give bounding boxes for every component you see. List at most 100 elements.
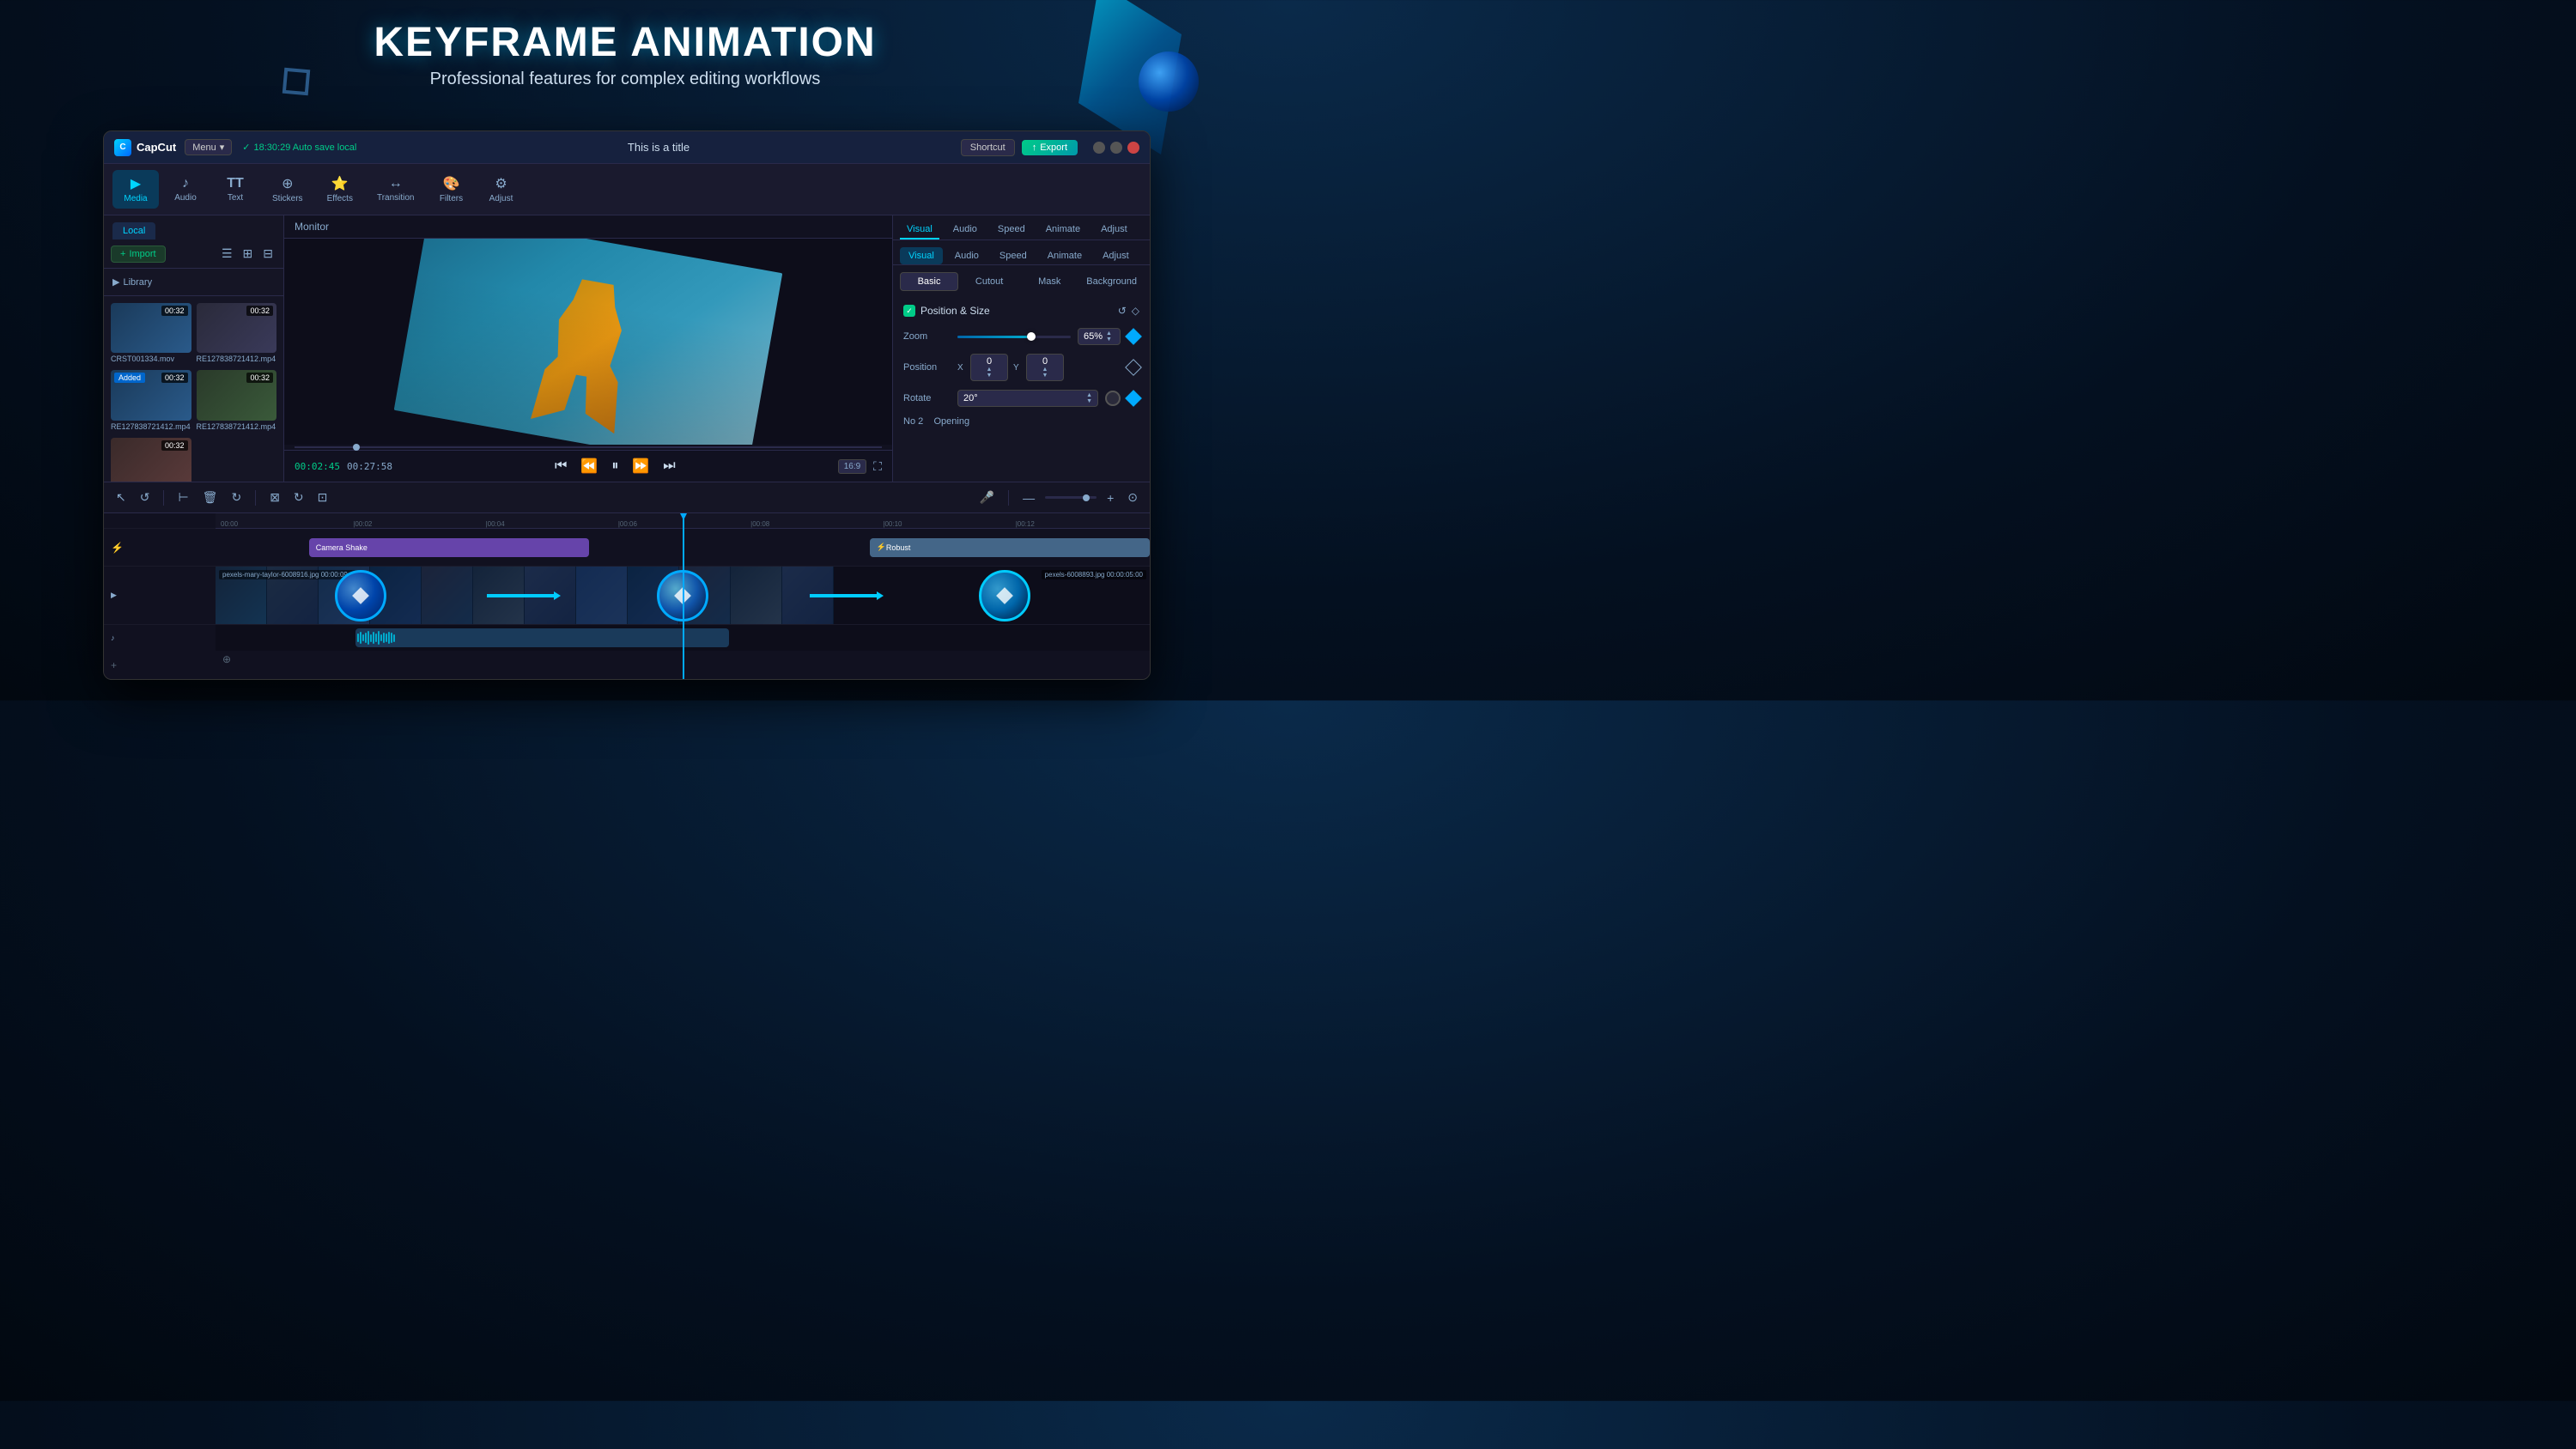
library-item[interactable]: ▶ Library (112, 274, 275, 290)
position-keyframe-button[interactable] (1125, 359, 1142, 376)
fullscreen-button[interactable]: ⛶ (873, 459, 882, 474)
btab-background[interactable]: Background (1080, 272, 1143, 291)
step-back-button[interactable]: ⏪ (577, 456, 601, 476)
autosave-text: 18:30:29 Auto save local (254, 142, 357, 153)
cursor-tool-button[interactable]: ↖ (112, 488, 130, 506)
split-button[interactable]: ⊢ (174, 488, 191, 506)
zoom-keyframe-button[interactable] (1125, 328, 1142, 345)
camera-shake-clip[interactable]: Camera Shake (309, 538, 589, 557)
tl-zoom-thumb[interactable] (1083, 494, 1090, 501)
large-grid-button[interactable]: ⊟ (259, 245, 276, 263)
list-item[interactable]: 00:32 RE127838721412.mp4 (197, 370, 277, 432)
zoom-slider-thumb[interactable] (1027, 332, 1036, 341)
subtab-visual[interactable]: Visual (900, 247, 943, 264)
list-item[interactable]: 00:32 RE127838721412.mp4 (197, 303, 277, 365)
redo-button[interactable]: ↻ (228, 488, 245, 506)
toolbar-adjust[interactable]: ⚙ Adjust (478, 170, 525, 209)
grid-view-button[interactable]: ⊞ (240, 245, 257, 263)
crop-button[interactable]: ⊠ (266, 488, 283, 506)
section-actions: ↺ ◇ (1118, 305, 1139, 317)
maximize-button[interactable]: □ (1110, 142, 1122, 154)
media-thumb-4[interactable]: 00:32 (197, 370, 277, 420)
add-track-icon[interactable]: + (111, 659, 117, 671)
library-label: Library (123, 277, 152, 288)
shortcut-button[interactable]: Shortcut (961, 139, 1015, 156)
trim-button[interactable]: ⊡ (314, 488, 331, 506)
zoom-down-spinner[interactable]: ▼ (1106, 336, 1112, 343)
panel-view-controls: ☰ ⊞ ⊟ (218, 245, 276, 263)
media-thumb-3[interactable]: Added 00:32 (111, 370, 191, 420)
reset-icon[interactable]: ↺ (1118, 305, 1127, 317)
rotate-tl-button[interactable]: ↻ (290, 488, 307, 506)
rotate-keyframe-button[interactable] (1125, 390, 1142, 407)
position-size-section-header[interactable]: ✓ Position & Size ↺ ◇ (893, 298, 1150, 324)
btab-mask[interactable]: Mask (1020, 272, 1078, 291)
btab-cutout[interactable]: Cutout (960, 272, 1018, 291)
add-bottom-icon[interactable]: ⊕ (222, 653, 231, 665)
step-forward-button[interactable]: ⏩ (629, 456, 653, 476)
skip-end-button[interactable]: ⏭ (659, 456, 678, 476)
position-y-item: Y 0 ▲ ▼ (1013, 354, 1064, 381)
media-thumb-2[interactable]: 00:32 (197, 303, 277, 353)
tl-separator-2 (255, 490, 256, 506)
toolbar-text[interactable]: TT Text (212, 171, 258, 208)
audio-clip[interactable] (355, 628, 729, 647)
robust-clip[interactable]: ⚡ Robust (870, 538, 1150, 557)
zoom-in-button[interactable]: + (1103, 489, 1117, 506)
list-item[interactable]: 00:32 CRST001334.mov (111, 303, 191, 365)
tab-visual-top[interactable]: Visual (900, 221, 939, 239)
timeline-scroll-area[interactable]: 00:00 |00:02 |00:04 |00:06 |00:08 |00:10… (216, 513, 1150, 679)
subtab-audio[interactable]: Audio (946, 247, 987, 264)
toolbar-effects[interactable]: ⭐ Effects (317, 170, 363, 209)
tab-audio-top[interactable]: Audio (946, 221, 984, 239)
audio-track (216, 625, 1150, 651)
position-x-input[interactable]: 0 ▲ ▼ (970, 354, 1008, 381)
export-button[interactable]: ↑ Export (1022, 140, 1078, 155)
close-button[interactable]: × (1127, 142, 1139, 154)
tab-speed-top[interactable]: Speed (991, 221, 1032, 239)
toolbar-stickers[interactable]: ⊕ Stickers (262, 170, 313, 209)
toolbar-audio[interactable]: ♪ Audio (162, 171, 209, 208)
wave-9 (378, 631, 380, 644)
tl-zoom-slider[interactable] (1045, 496, 1097, 499)
timeline-toolbar: ↖ ↺ ⊢ 🗑 ↻ ⊠ ↻ ⊡ 🎤 — + (104, 482, 1150, 513)
skip-start-button[interactable]: ⏮ (551, 456, 570, 476)
rotate-dial[interactable] (1105, 391, 1121, 406)
position-y-input[interactable]: 0 ▲ ▼ (1026, 354, 1064, 381)
title-bar-actions: Shortcut ↑ Export — □ × (961, 139, 1139, 156)
logo-icon: C (114, 139, 131, 156)
aspect-ratio-button[interactable]: 16:9 (838, 459, 866, 474)
media-thumb-1[interactable]: 00:32 (111, 303, 191, 353)
subtab-animate[interactable]: Animate (1039, 247, 1091, 264)
mic-button[interactable]: 🎤 (976, 488, 998, 506)
add-track-area[interactable]: + (104, 651, 216, 679)
toolbar-transition[interactable]: ↔ Transition (367, 171, 425, 208)
btab-basic[interactable]: Basic (900, 272, 958, 291)
list-item[interactable]: 00:32 material 01.mp4 (111, 438, 191, 482)
subtab-adjust[interactable]: Adjust (1094, 247, 1138, 264)
audio-waveform (355, 628, 729, 647)
import-button[interactable]: + Import (111, 246, 166, 263)
list-view-button[interactable]: ☰ (218, 245, 236, 263)
zoom-up-spinner[interactable]: ▲ (1106, 330, 1112, 336)
menu-button[interactable]: Menu ▾ (185, 139, 232, 155)
media-thumb-5[interactable]: 00:32 (111, 438, 191, 482)
media-grid: 00:32 CRST001334.mov 00:32 RE12783872141… (104, 296, 283, 482)
minimize-button[interactable]: — (1093, 142, 1105, 154)
delete-button[interactable]: 🗑 (199, 488, 222, 506)
play-pause-button[interactable]: ⏸ (608, 456, 622, 476)
zoom-out-button[interactable]: — (1019, 489, 1038, 506)
list-item[interactable]: Added 00:32 RE127838721412.mp4 (111, 370, 191, 432)
toolbar-media[interactable]: ▶ Media (112, 170, 159, 209)
zoom-slider[interactable] (957, 336, 1071, 338)
undo-button[interactable]: ↺ (137, 488, 154, 506)
import-plus-icon: + (120, 249, 125, 259)
subtab-speed[interactable]: Speed (991, 247, 1036, 264)
diamond-icon[interactable]: ◇ (1132, 305, 1139, 317)
toolbar-filters[interactable]: 🎨 Filters (428, 170, 475, 209)
tab-local[interactable]: Local (112, 222, 155, 239)
position-size-checkbox[interactable]: ✓ (903, 305, 915, 317)
tab-adjust-top[interactable]: Adjust (1094, 221, 1134, 239)
fit-button[interactable]: ⊙ (1124, 488, 1141, 506)
tab-animate-top[interactable]: Animate (1039, 221, 1087, 239)
